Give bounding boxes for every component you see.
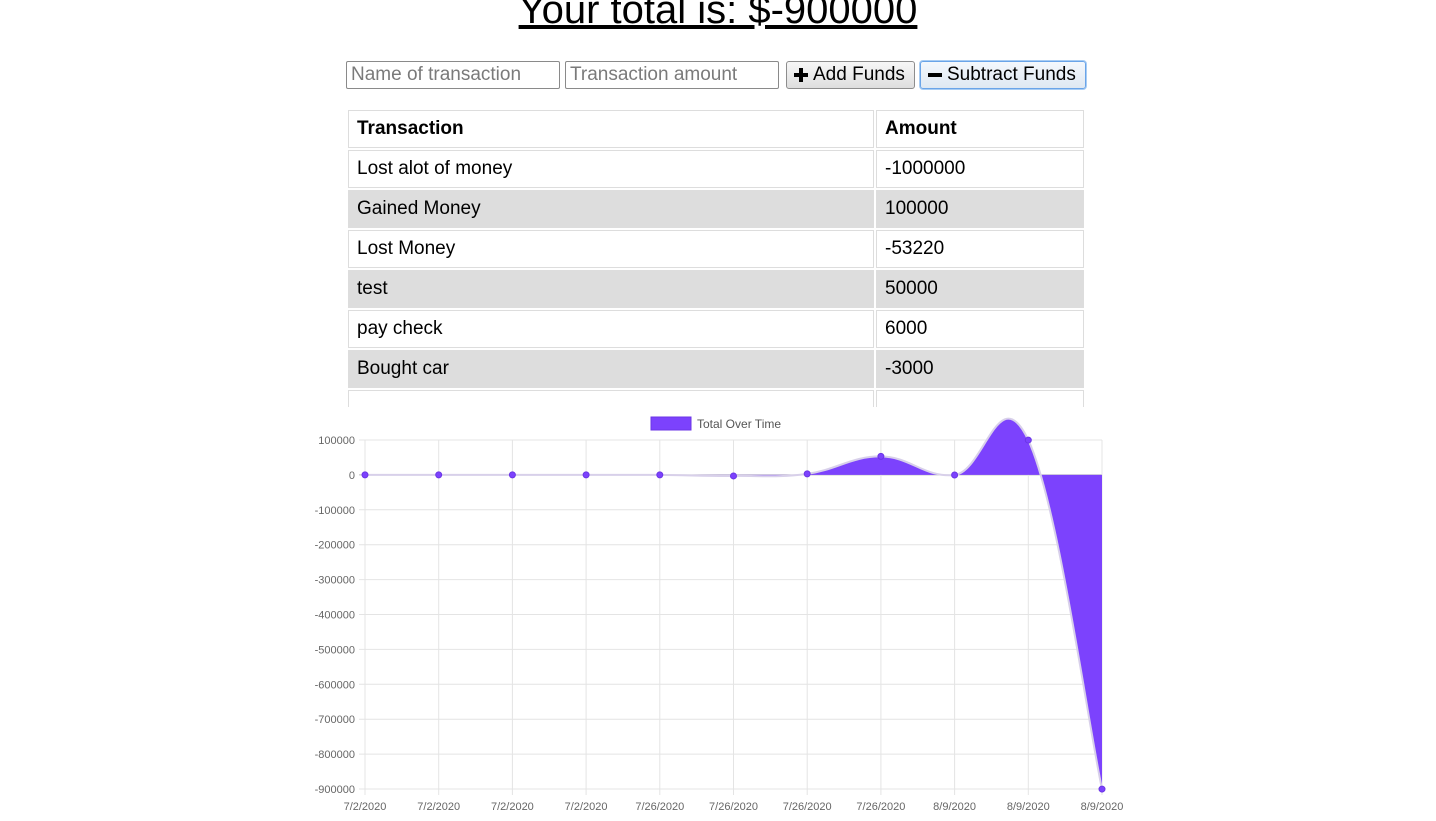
x-tick-label: 8/9/2020 xyxy=(933,801,976,813)
transaction-table-container: Transaction Amount Lost alot of money -1… xyxy=(346,108,1086,407)
data-point xyxy=(951,471,959,479)
data-point xyxy=(656,471,664,479)
table-row: test 50000 xyxy=(348,270,1084,308)
total-text: Your total is: $-900000 xyxy=(518,0,918,32)
table-header-row: Transaction Amount xyxy=(348,110,1084,148)
total-over-time-chart: 100000 0 -100000 -200000 -300000 -400000 -5000… xyxy=(300,412,1140,821)
legend-label: Total Over Time xyxy=(697,417,781,431)
x-tick-label: 7/26/2020 xyxy=(856,801,905,813)
transaction-amount-cell: 100000 xyxy=(876,190,1084,228)
transaction-amount-cell: 50000 xyxy=(876,270,1084,308)
table-row: Bought car -3000 xyxy=(348,350,1084,388)
subtract-funds-label: Subtract Funds xyxy=(947,64,1076,85)
transaction-name-cell: pay check xyxy=(348,310,874,348)
add-funds-label: Add Funds xyxy=(813,64,905,85)
data-point xyxy=(435,471,443,479)
x-tick-label: 7/26/2020 xyxy=(783,801,832,813)
x-tick-label: 7/2/2020 xyxy=(491,801,534,813)
transaction-amount-cell: -1000000 xyxy=(876,150,1084,188)
transaction-amount-input[interactable] xyxy=(565,61,779,89)
header-amount: Amount xyxy=(876,110,1084,148)
y-tick-label: -100000 xyxy=(315,505,355,517)
transaction-amount-cell xyxy=(876,390,1084,407)
transaction-name-cell: test xyxy=(348,270,874,308)
x-tick-label: 7/26/2020 xyxy=(709,801,758,813)
x-tick-label: 7/2/2020 xyxy=(417,801,460,813)
table-row xyxy=(348,390,1084,407)
header-transaction: Transaction xyxy=(348,110,874,148)
data-point xyxy=(877,452,885,460)
transaction-table: Transaction Amount Lost alot of money -1… xyxy=(346,108,1086,407)
data-point xyxy=(1098,785,1106,793)
add-funds-button[interactable]: Add Funds xyxy=(786,61,915,89)
x-tick-label: 7/2/2020 xyxy=(344,801,387,813)
plus-icon xyxy=(794,68,808,82)
transaction-amount-cell: -53220 xyxy=(876,230,1084,268)
x-tick-label: 8/9/2020 xyxy=(1007,801,1050,813)
transaction-name-cell: Bought car xyxy=(348,350,874,388)
table-row: Lost alot of money -1000000 xyxy=(348,150,1084,188)
transaction-name-cell: Lost alot of money xyxy=(348,150,874,188)
data-point xyxy=(582,471,590,479)
transaction-amount-cell: 6000 xyxy=(876,310,1084,348)
transaction-name-cell: Lost Money xyxy=(348,230,874,268)
table-row: Gained Money 100000 xyxy=(348,190,1084,228)
transaction-name-input[interactable] xyxy=(346,61,560,89)
x-tick-label: 7/2/2020 xyxy=(565,801,608,813)
data-point xyxy=(803,470,811,478)
table-row: pay check 6000 xyxy=(348,310,1084,348)
data-point xyxy=(508,471,516,479)
y-tick-label: -700000 xyxy=(315,714,355,726)
table-row: Lost Money -53220 xyxy=(348,230,1084,268)
y-tick-label: 0 xyxy=(349,470,355,482)
y-tick-label: -400000 xyxy=(315,610,355,622)
y-tick-label: -300000 xyxy=(315,575,355,587)
chart-canvas: 100000 0 -100000 -200000 -300000 -400000 -5000… xyxy=(315,416,1124,813)
transaction-name-cell xyxy=(348,390,874,407)
data-point xyxy=(730,472,737,480)
y-tick-label: -600000 xyxy=(315,679,355,691)
y-tick-label: -500000 xyxy=(315,644,355,656)
minus-icon xyxy=(928,73,942,77)
y-tick-label: -800000 xyxy=(315,749,355,761)
transaction-name-cell: Gained Money xyxy=(348,190,874,228)
legend-swatch xyxy=(650,416,692,431)
x-tick-label: 7/26/2020 xyxy=(635,801,684,813)
y-tick-label: -200000 xyxy=(315,540,355,552)
transaction-amount-cell: -3000 xyxy=(876,350,1084,388)
x-tick-label: 8/9/2020 xyxy=(1081,801,1124,813)
subtract-funds-button[interactable]: Subtract Funds xyxy=(920,61,1086,89)
y-tick-label: 100000 xyxy=(318,435,355,447)
y-tick-label: -900000 xyxy=(315,784,355,796)
data-point xyxy=(361,471,369,479)
data-point xyxy=(1024,436,1032,444)
total-heading: Your total is: $-900000 xyxy=(0,0,1436,36)
